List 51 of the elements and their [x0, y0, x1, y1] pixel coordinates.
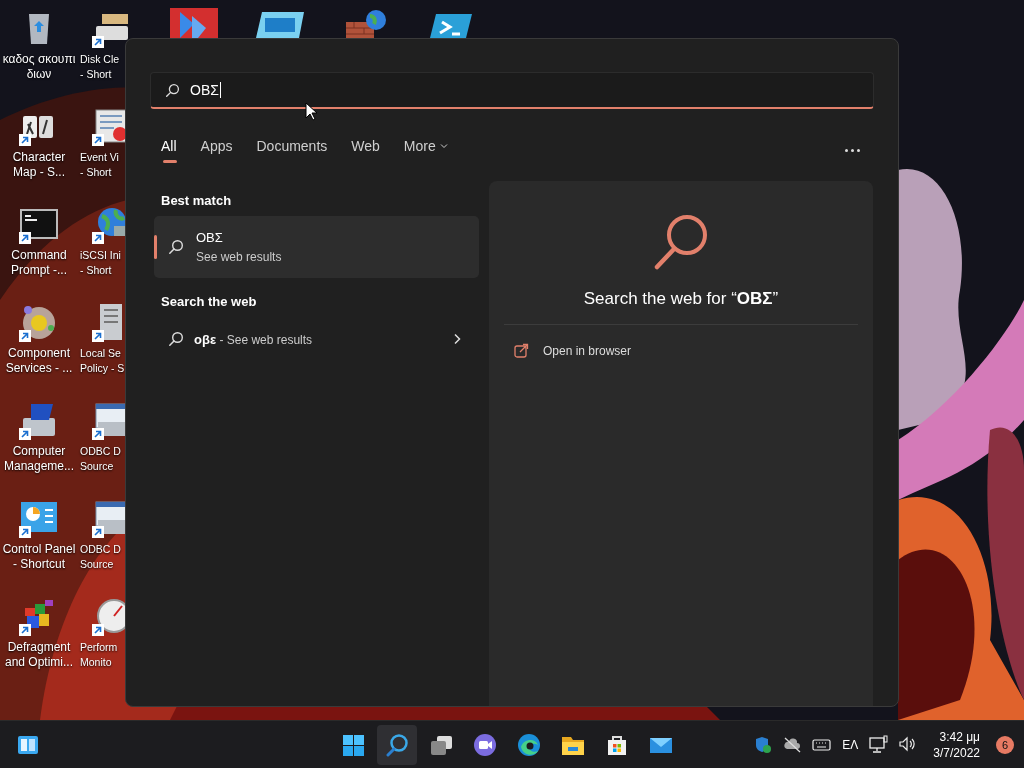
desktop-icon-label[interactable]: Control Panel - Shortcut: [2, 542, 76, 572]
desktop-icon-label[interactable]: Event Vi - Short: [80, 150, 119, 180]
search-icon: [652, 213, 710, 271]
section-heading: Best match: [161, 193, 233, 208]
section-heading: Search the web: [161, 294, 258, 309]
desktop-icon-label[interactable]: Local Se Policy - S: [80, 346, 125, 376]
result-title: ΟΒΣ: [196, 230, 224, 245]
filter-dropdown[interactable]: More: [403, 137, 448, 163]
browser-icon: [517, 733, 541, 757]
chevron-right-icon[interactable]: [453, 333, 461, 345]
desktop-icon-label[interactable]: Perform Monito: [80, 640, 118, 670]
automation-icon: [170, 8, 218, 38]
search-icon: [165, 82, 180, 98]
language-indicator[interactable]: ΕΛ: [839, 728, 862, 761]
result-subtitle: See web results: [196, 250, 282, 264]
cloud-off-icon: [783, 735, 803, 754]
desktop-icon-label[interactable]: καδος σκουπι διων: [2, 52, 76, 82]
search-icon: [168, 239, 184, 255]
preview-title: Search the web for “ΟΒΣ”: [583, 289, 779, 309]
desktop-icon-label[interactable]: ODBC D Source: [80, 444, 121, 474]
mouse-pointer-icon: [305, 102, 317, 121]
shield-icon: [754, 735, 774, 754]
external-link-icon: [514, 343, 529, 358]
filter-tab[interactable]: Apps: [200, 137, 233, 163]
desktop-icon-label[interactable]: Character Map - S...: [12, 150, 66, 180]
desktop-icon-label[interactable]: iSCSI Ini - Short: [80, 248, 121, 278]
volume-icon: [898, 735, 918, 754]
notification-count[interactable]: 6: [996, 735, 1014, 754]
desktop-icon-label[interactable]: Disk Cle - Short: [80, 52, 120, 82]
task-view-icon: [429, 733, 453, 757]
best-match-result[interactable]: ΟΒΣ See web results: [154, 216, 479, 278]
search-icon: [385, 733, 409, 757]
filter-tab[interactable]: All: [161, 137, 177, 163]
filter-tab[interactable]: Web: [351, 137, 380, 163]
desktop-icon-label[interactable]: Defragment and Optimi...: [5, 640, 73, 670]
desktop-icon-label[interactable]: ODBC D Source: [80, 542, 121, 572]
desktop-icon-label[interactable]: Computer Manageme...: [3, 444, 74, 474]
clock-date[interactable]: 3/7/2022: [933, 744, 980, 761]
open-in-browser-link[interactable]: Open in browser: [543, 343, 632, 358]
desktop-icon-label[interactable]: Component Services - ...: [5, 346, 73, 376]
clock-time[interactable]: 3:42 μμ: [939, 728, 980, 745]
chevron-down-icon: [439, 142, 448, 149]
network-icon: [869, 735, 889, 754]
windows-logo-icon: [341, 733, 365, 757]
web-suggestion[interactable]: οβε - See web results: [194, 331, 443, 347]
store-bag-icon: [605, 733, 629, 757]
search-icon: [168, 331, 184, 347]
filter-tab[interactable]: Documents: [256, 137, 328, 163]
video-chat-icon: [473, 733, 497, 757]
desktop-icon-label[interactable]: Command Prompt -...: [11, 248, 67, 278]
search-field[interactable]: ΟΒΣ: [150, 72, 874, 109]
